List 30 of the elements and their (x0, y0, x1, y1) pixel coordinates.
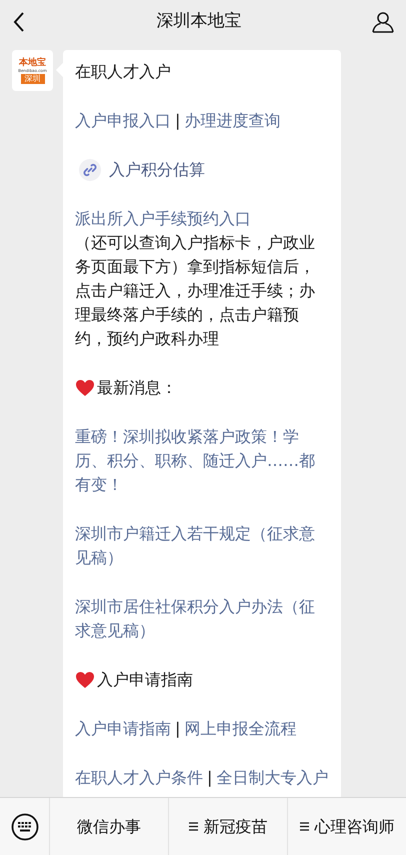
link[interactable]: 入户申报入口 (75, 109, 171, 133)
window-title: 深圳本地宝 (156, 10, 242, 34)
logo-brand: 本地宝 (19, 58, 46, 68)
link[interactable]: 重磅！深圳拟收紧落户政策！学历、积分、职称、随迁入户……都有变！ (75, 425, 329, 497)
section-heading: 入户申请指南 (97, 669, 193, 691)
link[interactable]: 在职人才入户条件 (75, 766, 203, 790)
link[interactable]: 办理进度查询 (184, 109, 280, 133)
link[interactable]: 深圳市户籍迁入若干规定（征求意见稿） (75, 522, 329, 570)
link[interactable]: 入户申请指南 (75, 717, 171, 741)
menu-tab[interactable]: 心理咨询师 (287, 798, 406, 855)
section-heading: 最新消息： (97, 377, 177, 399)
menu-tab[interactable]: 微信办事 (50, 798, 168, 855)
separator: | (175, 110, 180, 132)
link[interactable]: 深圳市居住社保积分入户办法（征求意见稿） (75, 595, 329, 643)
message-title: 在职人才入户 (75, 61, 172, 83)
back-icon[interactable] (12, 11, 26, 33)
message-paragraph: （还可以查询入户指标卡，户政业务页面最下方）拿到指标短信后，点击户籍迁入，办理准迁手续；办理最终落户手续的，点击户籍预约，预约户政科办理 (75, 232, 316, 350)
link[interactable]: 全日制大专入户 (216, 766, 328, 790)
link[interactable]: 网上申报全流程 (184, 717, 296, 741)
link-chain-icon (79, 159, 101, 181)
menu-tab[interactable]: 新冠疫苗 (168, 798, 287, 855)
separator: | (175, 718, 180, 740)
heart-icon (75, 379, 95, 397)
link[interactable]: 派出所入户手续预约入口 (75, 207, 329, 231)
mini-program-link[interactable]: 入户积分估算 (109, 158, 205, 182)
heart-icon (75, 671, 95, 689)
logo-city: 深圳 (20, 74, 44, 84)
person-icon[interactable] (372, 11, 394, 33)
keyboard-icon[interactable] (10, 812, 38, 840)
separator: | (207, 767, 212, 789)
